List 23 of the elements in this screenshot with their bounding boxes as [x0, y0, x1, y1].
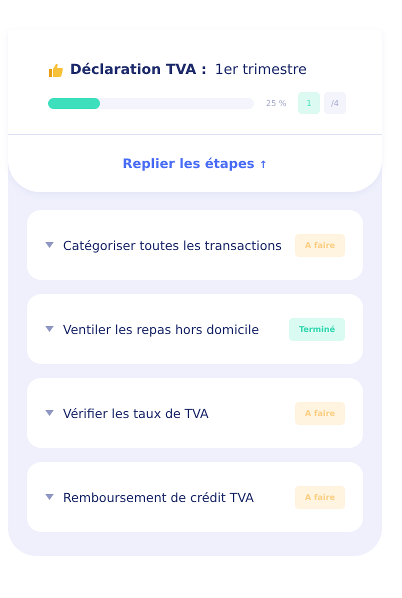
total-count: /4: [324, 92, 346, 114]
step-label: Vérifier les taux de TVA: [63, 406, 210, 420]
caret-icon: [45, 494, 54, 500]
thumbs-up-icon: [48, 62, 64, 78]
step-label: Ventiler les repas hors domicile: [63, 322, 260, 336]
step-card[interactable]: Vérifier les taux de TVA A faire: [27, 378, 363, 448]
done-count: 1: [298, 92, 320, 114]
progress-percent: 25 %: [266, 98, 288, 108]
caret-icon: [45, 326, 54, 332]
step-card[interactable]: Remboursement de crédit TVA A faire: [27, 462, 363, 532]
collapse-steps-link[interactable]: Replier les étapes ↑: [122, 157, 268, 172]
step-label: Catégoriser toutes les transactions: [63, 238, 283, 252]
step-label: Remboursement de crédit TVA: [63, 490, 255, 504]
status-badge: A faire: [295, 234, 345, 256]
status-badge: A faire: [295, 486, 345, 508]
step-card[interactable]: Ventiler les repas hors domicile Terminé: [27, 294, 363, 364]
step-card[interactable]: Catégoriser toutes les transactions A faire: [27, 210, 363, 280]
status-badge: Terminé: [289, 318, 345, 340]
status-badge: A faire: [295, 402, 345, 424]
subtitle: 1er trimestre: [214, 62, 307, 78]
title: Déclaration TVA :: [70, 62, 207, 78]
caret-icon: [45, 242, 54, 248]
caret-icon: [45, 410, 54, 416]
